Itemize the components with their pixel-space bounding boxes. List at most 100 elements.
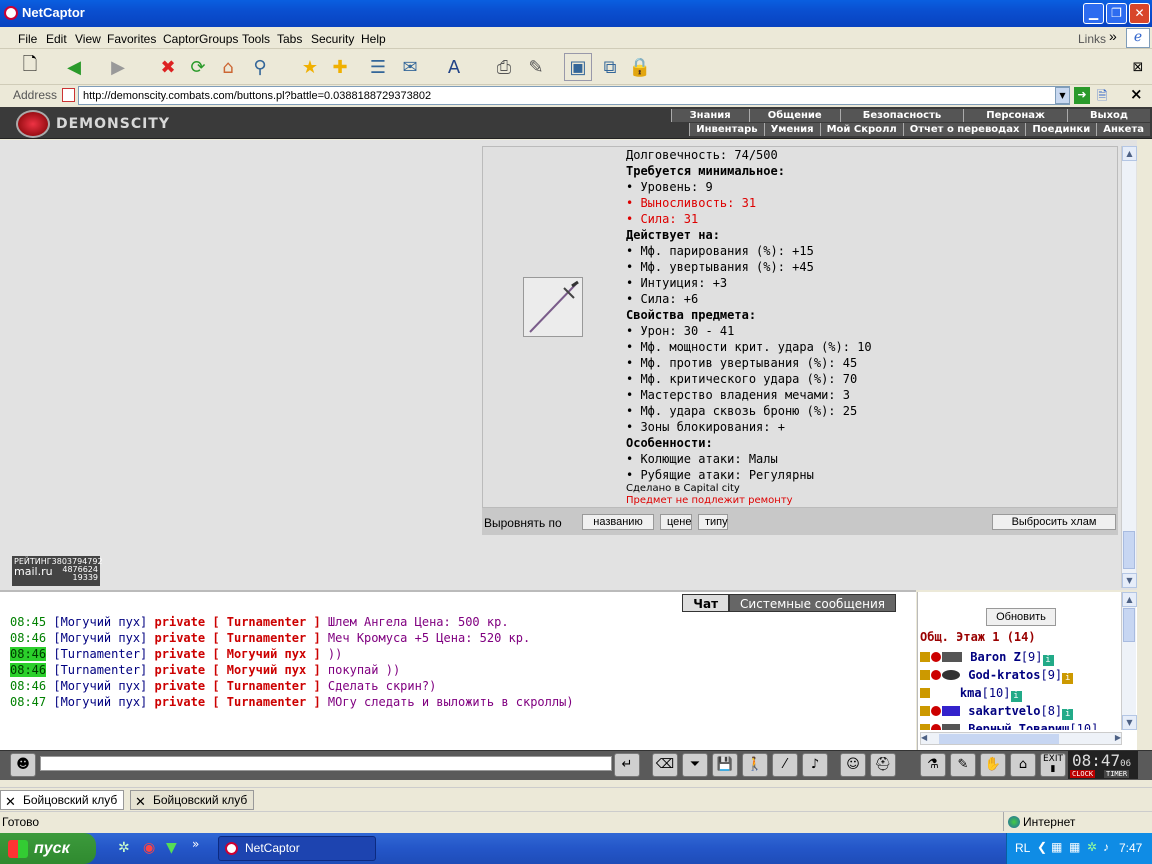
- search-icon[interactable]: ⚲: [246, 53, 274, 81]
- menu-captorgroups[interactable]: CaptorGroups: [163, 32, 238, 46]
- bookmark-icon[interactable]: 🗎: [1097, 87, 1113, 104]
- network-icon[interactable]: ▦: [1051, 840, 1062, 854]
- filter-icon[interactable]: ⏷: [682, 753, 708, 777]
- users-hscrollbar[interactable]: ◀ ▶: [920, 732, 1122, 745]
- taskbar-netcaptor[interactable]: NetCaptor: [218, 836, 376, 861]
- menu-security[interactable]: Security: [311, 32, 354, 46]
- volume-icon[interactable]: ♪: [1103, 840, 1109, 854]
- smiley-face-icon[interactable]: ☻: [10, 753, 36, 777]
- quicklaunch-icon[interactable]: ▼: [166, 840, 177, 856]
- tray-app-icon[interactable]: ✲: [1087, 840, 1097, 854]
- tab-close-icon[interactable]: ⊠: [1124, 53, 1152, 81]
- capture-icon[interactable]: ▣: [564, 53, 592, 81]
- chest-icon[interactable]: ⌂: [1010, 753, 1036, 777]
- nav-security[interactable]: Безопасность: [839, 109, 964, 122]
- sort-by-name-button[interactable]: названию: [582, 514, 654, 530]
- scroll-up-icon[interactable]: ▲: [1122, 592, 1137, 607]
- stop-icon[interactable]: ✖: [154, 53, 182, 81]
- exit-door-icon[interactable]: EXIT ▮: [1040, 753, 1066, 777]
- menu-help[interactable]: Help: [361, 32, 386, 46]
- nav-duels[interactable]: Поединки: [1025, 123, 1097, 136]
- save-log-icon[interactable]: 💾: [712, 753, 738, 777]
- tab-chat[interactable]: Чат: [682, 594, 730, 612]
- network-icon[interactable]: ▦: [1069, 840, 1080, 854]
- user-item[interactable]: Верный Товарищ[10]: [920, 722, 1124, 730]
- emotions-icon[interactable]: ☺: [840, 753, 866, 777]
- chevron-right-icon[interactable]: »: [192, 837, 199, 851]
- refresh-icon[interactable]: ⟳: [184, 53, 212, 81]
- links-label[interactable]: Links: [1078, 32, 1106, 46]
- menu-view[interactable]: View: [75, 32, 101, 46]
- walk-icon[interactable]: 🚶: [742, 753, 768, 777]
- add-favorite-icon[interactable]: ✚: [326, 53, 354, 81]
- history-icon[interactable]: ☰: [364, 53, 392, 81]
- minimize-button[interactable]: ▁: [1083, 3, 1104, 24]
- home-icon[interactable]: ⌂: [214, 53, 242, 81]
- scroll-thumb[interactable]: [1123, 608, 1135, 642]
- tray-clock[interactable]: 7:47: [1119, 841, 1142, 855]
- sort-by-type-button[interactable]: типу: [698, 514, 728, 530]
- scroll-up-icon[interactable]: ▲: [1122, 146, 1137, 161]
- nav-knowledge[interactable]: Знания: [670, 109, 749, 122]
- lock-icon[interactable]: 🔒: [626, 53, 654, 81]
- translit-icon[interactable]: ⁄: [772, 753, 798, 777]
- edit-icon[interactable]: ✎: [522, 53, 550, 81]
- print-icon[interactable]: ⎙: [490, 53, 518, 81]
- menu-tabs[interactable]: Tabs: [277, 32, 302, 46]
- language-indicator[interactable]: RL: [1015, 841, 1030, 855]
- chevron-right-icon[interactable]: »: [1109, 28, 1117, 44]
- close-address-icon[interactable]: ×: [1130, 85, 1143, 103]
- users-scrollbar[interactable]: ▲ ▼: [1121, 592, 1137, 730]
- game-clock[interactable]: 08:4706 CLOCK TIMER: [1068, 751, 1138, 779]
- hands-icon[interactable]: ✋: [980, 753, 1006, 777]
- favorites-star-icon[interactable]: ★: [296, 53, 324, 81]
- tab-system-messages[interactable]: Системные сообщения: [729, 594, 896, 612]
- helmet-icon[interactable]: ⛑: [870, 753, 896, 777]
- menu-tools[interactable]: Tools: [242, 32, 270, 46]
- item-image[interactable]: [523, 277, 583, 337]
- sound-icon[interactable]: ♪: [802, 753, 828, 777]
- font-size-icon[interactable]: A: [440, 53, 468, 81]
- go-icon[interactable]: ➜: [1074, 87, 1090, 104]
- scroll-item-icon[interactable]: ✎: [950, 753, 976, 777]
- popup-icon[interactable]: ⧉: [596, 53, 624, 81]
- content-scrollbar[interactable]: ▲ ▼: [1121, 146, 1137, 588]
- nav-profile[interactable]: Анкета: [1096, 123, 1150, 136]
- nav-communication[interactable]: Общение: [748, 109, 840, 122]
- nav-inventory[interactable]: Инвентарь: [689, 123, 764, 136]
- quicklaunch-icon[interactable]: ◉: [143, 840, 155, 856]
- chat-message-input[interactable]: [40, 756, 612, 771]
- rating-counter[interactable]: РЕЙТИНГ 3803794792 mail.ru 4876624 19339: [12, 556, 103, 586]
- address-input[interactable]: [78, 86, 1070, 105]
- quicklaunch-icon[interactable]: ✲: [118, 840, 130, 856]
- tray-chevron-icon[interactable]: ❮: [1037, 840, 1047, 854]
- new-page-icon[interactable]: 🗋: [16, 53, 44, 81]
- mail-icon[interactable]: ✉: [396, 53, 424, 81]
- send-enter-icon[interactable]: ↵: [614, 753, 640, 777]
- nav-my-scroll[interactable]: Мой Скролл: [819, 123, 903, 136]
- drop-junk-button[interactable]: Выбросить хлам: [992, 514, 1116, 530]
- user-item[interactable]: sakartvelo[8] i: [920, 704, 1074, 720]
- user-item[interactable]: Baron Z[9] i: [920, 650, 1054, 666]
- refresh-users-button[interactable]: Обновить: [986, 608, 1056, 626]
- menu-edit[interactable]: Edit: [46, 32, 67, 46]
- scroll-down-icon[interactable]: ▼: [1122, 573, 1137, 588]
- tab-fight-club[interactable]: ✕ Бойцовский клуб: [130, 790, 255, 810]
- user-item[interactable]: God-kratos[9] i: [920, 668, 1074, 684]
- menu-favorites[interactable]: Favorites: [107, 32, 156, 46]
- nav-exit[interactable]: Выход: [1066, 109, 1150, 122]
- user-item[interactable]: kma[10] i: [920, 686, 1022, 702]
- nav-character[interactable]: Персонаж: [963, 109, 1067, 122]
- scroll-down-icon[interactable]: ▼: [1122, 715, 1137, 730]
- back-icon[interactable]: ◀: [60, 53, 88, 81]
- potion-icon[interactable]: ⚗: [920, 753, 946, 777]
- sort-by-price-button[interactable]: цене: [660, 514, 692, 530]
- eraser-icon[interactable]: ⌫: [652, 753, 678, 777]
- restore-button[interactable]: ❐: [1106, 3, 1127, 24]
- start-button[interactable]: пуск: [0, 833, 96, 864]
- forward-icon[interactable]: ▶: [104, 53, 132, 81]
- tab-fight-club-active[interactable]: ✕ Бойцовский клуб: [0, 790, 125, 810]
- nav-skills[interactable]: Умения: [763, 123, 820, 136]
- address-dropdown-icon[interactable]: ▼: [1055, 87, 1070, 104]
- menu-file[interactable]: File: [18, 32, 37, 46]
